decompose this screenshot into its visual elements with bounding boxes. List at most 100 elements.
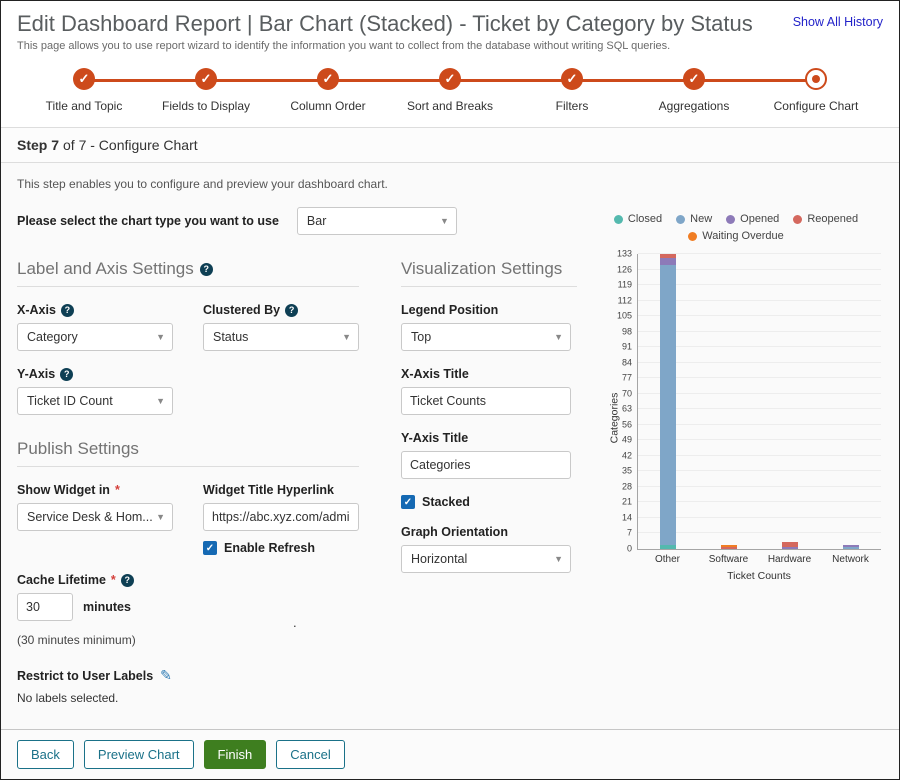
help-icon[interactable]: ? (61, 304, 74, 317)
chevron-down-icon: ▼ (554, 554, 563, 564)
step-label: Filters (556, 99, 589, 113)
bar-segment (660, 265, 676, 544)
widget-title-hyperlink-input[interactable] (203, 503, 359, 531)
legend-dot-icon (688, 232, 697, 241)
legend-label: Opened (740, 213, 779, 225)
y-tick-label: 91 (622, 343, 632, 352)
preview-chart-button[interactable]: Preview Chart (84, 740, 194, 769)
show-widget-in-select[interactable]: Service Desk & Hom... ▼ (17, 503, 173, 531)
y-tick-label: 63 (622, 405, 632, 414)
y-axis-label: Y-Axis (17, 367, 55, 381)
y-tick-label: 70 (622, 389, 632, 398)
stepper-step-7[interactable]: Configure Chart (755, 68, 877, 113)
label-axis-settings-title: Label and Axis Settings (17, 259, 194, 279)
x-category-label: Network (820, 554, 881, 565)
step-label: Aggregations (659, 99, 730, 113)
restrict-user-labels-label: Restrict to User Labels (17, 669, 153, 683)
finish-button[interactable]: Finish (204, 740, 267, 769)
help-icon[interactable]: ? (121, 574, 134, 587)
label-axis-settings-heading: Label and Axis Settings ? (17, 259, 359, 287)
y-axis-select[interactable]: Ticket ID Count ▼ (17, 387, 173, 415)
stacked-bar-network (843, 254, 859, 549)
chevron-down-icon: ▼ (156, 396, 165, 406)
page-subtitle: This page allows you to use report wizar… (17, 40, 883, 52)
y-axis-title-input[interactable] (401, 451, 571, 479)
header: Edit Dashboard Report | Bar Chart (Stack… (1, 1, 899, 128)
y-tick-label: 0 (627, 545, 632, 554)
stepper-step-3[interactable]: ✓ Column Order (267, 68, 389, 113)
step-complete-check-icon: ✓ (317, 68, 339, 90)
show-widget-in-label: Show Widget in (17, 483, 110, 497)
required-asterisk: * (111, 573, 116, 587)
bar-segment (721, 547, 737, 549)
legend-position-label: Legend Position (401, 303, 498, 317)
step-label: Column Order (290, 99, 365, 113)
stepper-step-6[interactable]: ✓ Aggregations (633, 68, 755, 113)
stepper: ✓Title and Topic✓Fields to Display✓Colum… (23, 68, 877, 113)
cache-lifetime-input[interactable] (17, 593, 73, 621)
x-category-label: Software (698, 554, 759, 565)
step-complete-check-icon: ✓ (439, 68, 461, 90)
bar-segment (660, 258, 676, 265)
legend-label: Reopened (807, 213, 858, 225)
step-complete-check-icon: ✓ (195, 68, 217, 90)
chart-plot: 0714212835424956637077849198105112119126… (637, 254, 881, 550)
y-axis-title-label: Y-Axis Title (401, 431, 468, 445)
enable-refresh-checkbox[interactable]: ✓ Enable Refresh (203, 541, 359, 555)
clustered-by-label: Clustered By (203, 303, 280, 317)
chart-type-value: Bar (307, 214, 326, 228)
footer-actions: Back Preview Chart Finish Cancel (1, 729, 899, 779)
stepper-step-5[interactable]: ✓Filters (511, 68, 633, 113)
step-current-icon (805, 68, 827, 90)
help-icon[interactable]: ? (60, 368, 73, 381)
step-label: Title and Topic (46, 99, 123, 113)
x-axis-title-label: X-Axis Title (401, 367, 469, 381)
back-button[interactable]: Back (17, 740, 74, 769)
publish-settings-title: Publish Settings (17, 439, 139, 459)
step-label: Fields to Display (162, 99, 250, 113)
chart-y-axis-title: Categories (608, 393, 620, 444)
help-icon[interactable]: ? (285, 304, 298, 317)
y-tick-label: 98 (622, 327, 632, 336)
y-tick-label: 112 (618, 296, 632, 305)
show-all-history-link[interactable]: Show All History (793, 15, 883, 29)
stacked-bar-software (721, 254, 737, 549)
chevron-down-icon: ▼ (440, 216, 449, 226)
y-tick-label: 35 (622, 467, 632, 476)
stacked-bar-hardware (782, 254, 798, 549)
x-axis-select[interactable]: Category ▼ (17, 323, 173, 351)
widget-title-hyperlink-label: Widget Title Hyperlink (203, 483, 334, 497)
chart-type-select[interactable]: Bar ▼ (297, 207, 457, 235)
chevron-down-icon: ▼ (554, 332, 563, 342)
x-axis-title-input[interactable] (401, 387, 571, 415)
cancel-button[interactable]: Cancel (276, 740, 344, 769)
legend-dot-icon (726, 215, 735, 224)
step-complete-check-icon: ✓ (683, 68, 705, 90)
cache-lifetime-label: Cache Lifetime (17, 573, 106, 587)
clustered-by-select[interactable]: Status ▼ (203, 323, 359, 351)
graph-orientation-label: Graph Orientation (401, 525, 508, 539)
checkbox-checked-icon: ✓ (203, 541, 217, 555)
clustered-by-value: Status (213, 330, 248, 344)
legend-position-select[interactable]: Top ▼ (401, 323, 571, 351)
graph-orientation-select[interactable]: Horizontal ▼ (401, 545, 571, 573)
chevron-down-icon: ▼ (156, 332, 165, 342)
wizard-stepper-wrap: ✓Title and Topic✓Fields to Display✓Colum… (17, 52, 883, 121)
stepper-step-4[interactable]: ✓Sort and Breaks (389, 68, 511, 113)
step-heading-bar: Step 7of 7 - Configure Chart (1, 128, 899, 163)
edit-pencil-icon[interactable]: ✎ (160, 667, 172, 684)
chart-x-axis-title: Ticket Counts (637, 570, 881, 582)
chevron-down-icon: ▼ (156, 512, 165, 522)
help-icon[interactable]: ? (200, 263, 213, 276)
stacked-checkbox[interactable]: ✓ Stacked (401, 495, 577, 509)
y-tick-label: 84 (622, 358, 632, 367)
stepper-step-2[interactable]: ✓ Fields to Display (145, 68, 267, 113)
content: This step enables you to configure and p… (1, 163, 899, 729)
show-widget-in-value: Service Desk & Hom... (27, 510, 153, 524)
stepper-step-1[interactable]: ✓Title and Topic (23, 68, 145, 113)
y-tick-label: 105 (617, 312, 632, 321)
cache-lifetime-unit: minutes (83, 600, 131, 614)
bars-container (638, 254, 881, 549)
step-current-dot (812, 75, 820, 83)
checkbox-checked-icon: ✓ (401, 495, 415, 509)
